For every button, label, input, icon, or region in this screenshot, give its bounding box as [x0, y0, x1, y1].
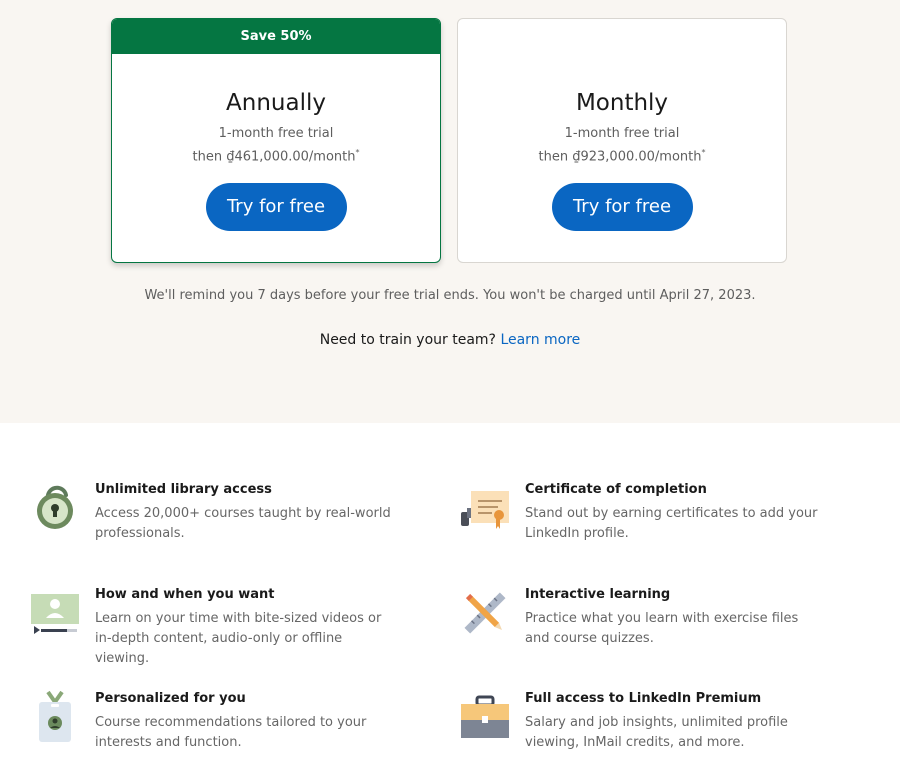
team-training-line: Need to train your team? Learn more — [0, 332, 900, 348]
annual-trial-text: 1-month free trial — [218, 126, 334, 141]
monthly-price-text: then ₫923,000.00/month — [538, 149, 702, 165]
feature-description: Access 20,000+ courses taught by real-wo… — [95, 506, 391, 541]
tools-icon — [461, 586, 513, 638]
badge-icon — [31, 690, 83, 742]
lock-icon — [31, 481, 83, 533]
annual-price-asterisk: * — [355, 148, 360, 157]
monthly-plan-title: Monthly — [575, 90, 669, 116]
feature-description: Stand out by earning certificates to add… — [525, 506, 818, 541]
feature-description: Practice what you learn with exercise fi… — [525, 611, 799, 646]
annual-plan-card: Save 50% Annually 1-month free trial the… — [111, 18, 441, 263]
feature-description: Course recommendations tailored to your … — [95, 715, 367, 750]
feature-description: Salary and job insights, unlimited profi… — [525, 715, 788, 750]
save-badge: Save 50% — [112, 19, 440, 54]
video-icon — [31, 586, 83, 638]
feature-title: Full access to LinkedIn Premium — [525, 691, 762, 706]
annual-price: then ₫461,000.00/month* — [112, 143, 440, 166]
feature-title: Certificate of completion — [525, 482, 707, 497]
feature-description: Learn on your time with bite-sized video… — [95, 611, 382, 666]
monthly-price: then ₫923,000.00/month* — [458, 143, 786, 166]
monthly-price-asterisk: * — [701, 148, 706, 157]
monthly-trial-text: 1-month free trial — [564, 126, 680, 141]
monthly-try-free-button[interactable]: Try for free — [551, 183, 693, 232]
briefcase-icon — [461, 690, 513, 742]
annual-plan-title: Annually — [226, 90, 326, 116]
trial-reminder-text: We'll remind you 7 days before your free… — [144, 288, 756, 303]
team-training-text: Need to train your team? — [319, 332, 496, 348]
certificate-icon — [461, 481, 513, 533]
learn-more-link[interactable]: Learn more — [500, 332, 580, 348]
annual-price-text: then ₫461,000.00/month — [192, 149, 356, 165]
feature-title: Personalized for you — [95, 691, 246, 706]
feature-title: How and when you want — [95, 587, 275, 602]
feature-title: Unlimited library access — [95, 482, 272, 497]
feature-title: Interactive learning — [525, 587, 671, 602]
monthly-plan-card: Monthly 1-month free trial then ₫923,000… — [457, 18, 787, 263]
annual-try-free-button[interactable]: Try for free — [205, 183, 347, 232]
